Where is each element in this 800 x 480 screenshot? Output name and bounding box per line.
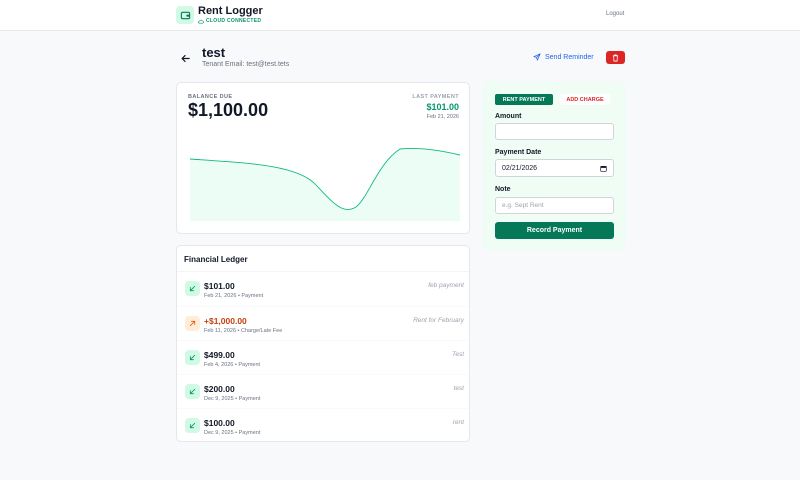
balance-card: BALANCE DUE $1,100.00 LAST PAYMENT $101.…: [176, 82, 470, 234]
ledger-amount: +$1,000.00: [204, 316, 247, 326]
back-button[interactable]: [178, 51, 192, 65]
balance-trend-chart: [189, 148, 461, 221]
amount-label: Amount: [495, 113, 522, 120]
ledger-meta: Dec 9, 2025 • Payment: [204, 430, 261, 436]
ledger-row[interactable]: $200.00 Dec 9, 2025 • Payment test: [177, 374, 469, 408]
ledger-meta: Dec 9, 2025 • Payment: [204, 396, 261, 402]
app-title: Rent Logger: [198, 5, 263, 17]
connection-status-text: CLOUD CONNECTED: [206, 18, 262, 24]
logout-link[interactable]: Logout: [606, 11, 624, 17]
ledger-note: rent: [452, 419, 464, 426]
ledger-note: feb payment: [428, 282, 464, 289]
record-payment-button[interactable]: Record Payment: [495, 222, 614, 239]
ledger-note: Test: [451, 351, 464, 358]
arrow-down-left-icon: [185, 418, 200, 433]
ledger-meta: Feb 11, 2026 • Charge/Late Fee: [204, 328, 283, 334]
ledger-card: Financial Ledger $101.00 Feb 21, 2026 • …: [176, 245, 470, 442]
trash-icon: [612, 54, 619, 61]
last-payment-value: $101.00: [426, 102, 459, 112]
payment-date-value: 02/21/2026: [502, 164, 538, 172]
calendar-icon: [600, 165, 607, 172]
top-bar: Rent Logger CLOUD CONNECTED Logout: [0, 0, 800, 31]
ledger-amount: $499.00: [204, 350, 235, 360]
last-payment-label: LAST PAYMENT: [412, 94, 459, 100]
arrow-down-left-icon: [185, 281, 200, 296]
ledger-amount: $101.00: [204, 281, 235, 291]
ledger-title: Financial Ledger: [184, 255, 248, 264]
send-icon: [533, 53, 541, 61]
arrow-down-left-icon: [185, 350, 200, 365]
last-payment-date: Feb 21, 2026: [426, 114, 459, 120]
ledger-row[interactable]: $101.00 Feb 21, 2026 • Payment feb payme…: [177, 272, 469, 306]
arrow-up-right-icon: [185, 316, 200, 331]
arrow-down-left-icon: [185, 384, 200, 399]
ledger-amount: $100.00: [204, 418, 235, 428]
tenant-name: test: [202, 45, 226, 60]
delete-tenant-button[interactable]: [606, 51, 625, 64]
payment-form-card: RENT PAYMENT ADD CHARGE Amount Payment D…: [483, 82, 625, 250]
note-input[interactable]: [495, 197, 614, 214]
send-reminder-button[interactable]: Send Reminder: [533, 53, 594, 61]
tenant-email: Tenant Email: test@test.tets: [202, 61, 290, 68]
arrow-left-icon: [181, 54, 190, 62]
tab-rent-payment[interactable]: RENT PAYMENT: [495, 94, 553, 105]
send-reminder-label: Send Reminder: [545, 53, 594, 61]
payment-date-label: Payment Date: [495, 149, 542, 156]
balance-trend-area: [190, 148, 460, 221]
note-label: Note: [495, 186, 511, 193]
tab-add-charge[interactable]: ADD CHARGE: [560, 94, 610, 105]
payment-date-input[interactable]: 02/21/2026: [495, 159, 614, 177]
ledger-meta: Feb 4, 2026 • Payment: [204, 362, 261, 368]
ledger-amount: $200.00: [204, 384, 235, 394]
ledger-meta: Feb 21, 2026 • Payment: [204, 293, 264, 299]
ledger-row[interactable]: $100.00 Dec 9, 2025 • Payment rent: [177, 408, 469, 441]
ledger-row[interactable]: $499.00 Feb 4, 2026 • Payment Test: [177, 340, 469, 374]
ledger-note: Rent for February: [413, 317, 464, 324]
wallet-icon: [176, 6, 194, 24]
connection-status: CLOUD CONNECTED: [198, 18, 261, 24]
ledger-row[interactable]: +$1,000.00 Feb 11, 2026 • Charge/Late Fe…: [177, 306, 469, 340]
balance-due-value: $1,100.00: [188, 100, 269, 120]
ledger-note: test: [453, 385, 464, 392]
amount-input[interactable]: [495, 123, 614, 140]
cloud-icon: [198, 19, 204, 23]
